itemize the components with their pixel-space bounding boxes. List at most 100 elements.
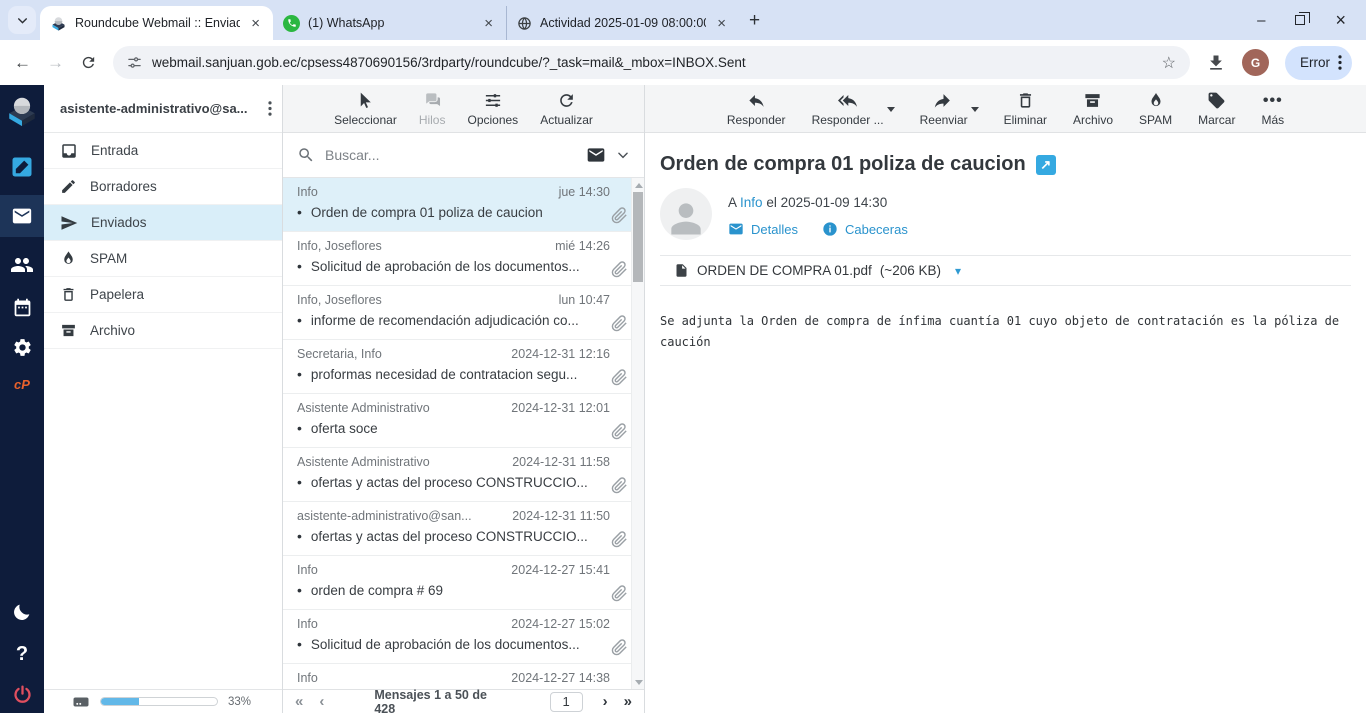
message-row[interactable]: Info, Josefloresmié 14:26 •Solicitud de … [283,232,644,286]
prev-page-button[interactable]: ‹ [319,693,324,710]
tab-search-button[interactable] [8,6,36,34]
unread-dot: • [297,420,302,436]
compose-button[interactable] [0,155,44,179]
bookmark-star-icon[interactable]: ☆ [1162,53,1176,73]
reload-icon[interactable] [80,54,97,71]
profile-avatar[interactable]: G [1242,49,1269,76]
paperclip-icon [611,369,628,386]
mark-button[interactable]: Marcar [1198,91,1235,127]
reply-all-dropdown-icon[interactable] [887,107,895,112]
close-tab-icon[interactable]: × [481,15,496,32]
paperclip-icon [611,315,628,332]
reply-button[interactable]: Responder [727,91,786,127]
message-row[interactable]: Info, Josefloreslun 10:47 •informe de re… [283,286,644,340]
minimize-icon[interactable]: – [1257,13,1265,28]
next-page-button[interactable]: › [603,693,608,710]
address-bar[interactable]: webmail.sanjuan.gob.ec/cpsess4870690156/… [113,46,1190,79]
cpanel-logo[interactable]: cP [0,377,44,392]
forward-icon[interactable]: → [47,53,64,73]
account-header[interactable]: asistente-administrativo@sa... [44,85,282,133]
headers-toggle[interactable]: Cabeceras [822,221,908,237]
scroll-down-icon[interactable] [635,680,643,685]
details-toggle[interactable]: Detalles [728,221,798,237]
search-scope-mail-icon[interactable] [586,145,606,165]
reply-all-button[interactable]: Responder ... [812,91,884,127]
folder-archivo[interactable]: Archivo [44,313,282,349]
page-number-input[interactable]: 1 [550,692,583,712]
folder-borradores[interactable]: Borradores [44,169,282,205]
folder-spam[interactable]: SPAM [44,241,282,277]
mail-nav-button[interactable] [0,195,44,237]
paperclip-icon [611,639,628,656]
attachment-row[interactable]: ORDEN DE COMPRA 01.pdf (~206 KB) ▾ [660,255,1351,286]
forward-dropdown-icon[interactable] [971,107,979,112]
last-page-button[interactable]: » [624,693,632,710]
help-button[interactable]: ? [0,643,44,666]
message-row[interactable]: Info2024-12-27 15:02 •Solicitud de aprob… [283,610,644,664]
envelope-icon [728,221,744,237]
restore-icon[interactable] [1295,15,1305,25]
whatsapp-icon [283,15,300,32]
window-controls: – × [1257,0,1366,40]
paperclip-icon [611,585,628,602]
forward-button[interactable]: Reenviar [920,91,968,127]
message-row[interactable]: Info2024-12-27 14:38 [283,664,644,690]
message-row[interactable]: Asistente Administrativo2024-12-31 11:58… [283,448,644,502]
compose-icon [10,155,34,179]
search-options-chevron-icon[interactable] [616,148,630,162]
gear-icon [12,337,33,358]
globe-icon [517,16,532,31]
scroll-up-icon[interactable] [635,183,643,188]
sender-avatar [660,188,712,240]
browser-tab-actividad[interactable]: Actividad 2025-01-09 08:00:00 × [506,6,739,40]
scrollbar-thumb[interactable] [633,192,643,282]
browser-tab-whatsapp[interactable]: (1) WhatsApp × [273,6,506,40]
archive-button[interactable]: Archivo [1073,91,1113,127]
search-input[interactable] [325,147,576,163]
browser-tab-roundcube[interactable]: Roundcube Webmail :: Enviados × [40,6,273,40]
spam-button[interactable]: SPAM [1139,91,1172,127]
folder-papelera[interactable]: Papelera [44,277,282,313]
attachment-name[interactable]: ORDEN DE COMPRA 01.pdf [697,263,872,278]
back-icon[interactable]: ← [14,53,31,73]
kebab-menu-icon[interactable] [268,101,272,116]
threads-icon [422,91,443,110]
contacts-nav-button[interactable] [0,253,44,277]
search-bar [283,133,644,178]
search-icon [297,146,315,164]
list-scrollbar[interactable] [631,178,644,690]
refresh-button[interactable]: Actualizar [540,91,593,127]
close-window-icon[interactable]: × [1335,11,1346,29]
tab-title: (1) WhatsApp [308,16,473,30]
tag-icon [1207,91,1226,110]
mail-icon [11,205,33,227]
error-label: Error [1300,55,1330,70]
message-row[interactable]: asistente-administrativo@san...2024-12-3… [283,502,644,556]
folder-enviados[interactable]: Enviados [44,205,282,241]
message-row[interactable]: Secretaria, Info2024-12-31 12:16 •profor… [283,340,644,394]
message-subject: Orden de compra 01 poliza de caucion [660,153,1026,176]
browser-menu-button[interactable]: Error [1285,46,1352,80]
open-in-new-window-icon[interactable]: ↗ [1036,155,1056,175]
new-tab-button[interactable]: + [749,10,760,32]
calendar-nav-button[interactable] [0,297,44,318]
threads-button[interactable]: Hilos [419,91,446,127]
more-button[interactable]: ••• Más [1261,91,1284,127]
downloads-icon[interactable] [1206,53,1226,73]
logout-button[interactable] [0,684,44,705]
delete-button[interactable]: Eliminar [1004,91,1047,127]
dark-mode-button[interactable] [0,601,44,623]
select-button[interactable]: Seleccionar [334,91,397,127]
message-row[interactable]: Asistente Administrativo2024-12-31 12:01… [283,394,644,448]
message-row[interactable]: Infojue 14:30 •Orden de compra 01 poliza… [283,178,644,232]
close-tab-icon[interactable]: × [714,15,729,32]
settings-nav-button[interactable] [0,337,44,358]
recipient-link[interactable]: Info [740,195,763,210]
folder-entrada[interactable]: Entrada [44,133,282,169]
first-page-button[interactable]: « [295,693,303,710]
message-row[interactable]: Info2024-12-27 15:41 •orden de compra # … [283,556,644,610]
site-settings-icon[interactable] [127,55,142,70]
close-tab-icon[interactable]: × [248,15,263,32]
attachment-dropdown-icon[interactable]: ▾ [955,264,961,278]
options-button[interactable]: Opciones [467,91,518,127]
